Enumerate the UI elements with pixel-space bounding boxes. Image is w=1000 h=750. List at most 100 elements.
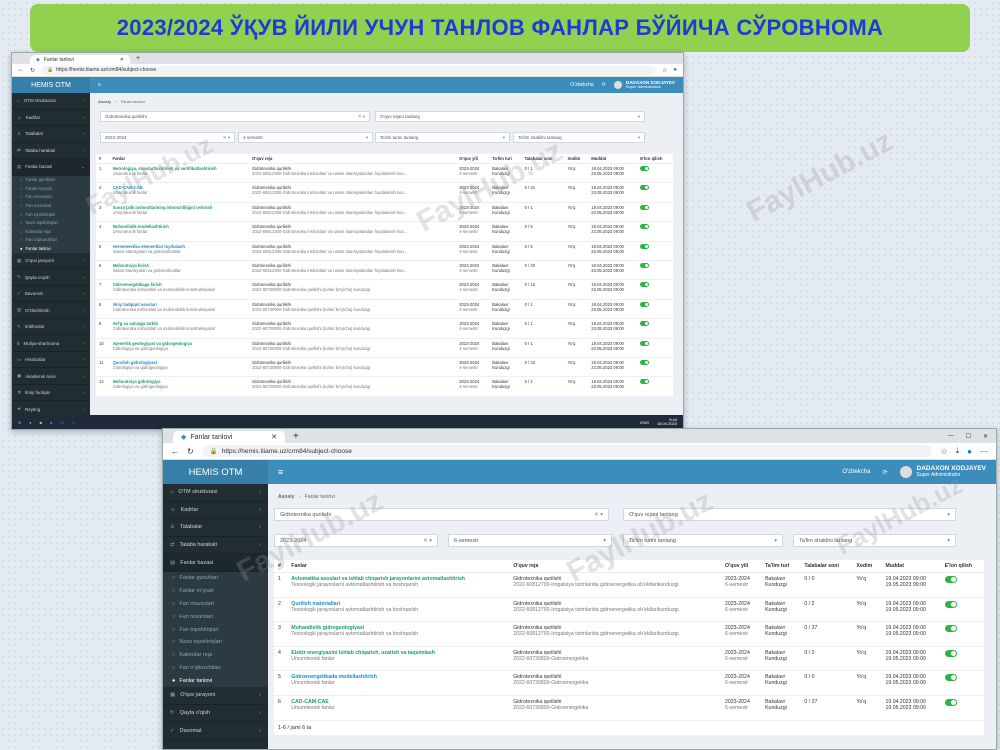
download-icon[interactable]: ⤓ xyxy=(956,446,960,456)
url-bar[interactable]: 🔒 https://hemis.tiiame.uz/crm84/subject-… xyxy=(41,65,656,75)
sidebar-subitem[interactable]: ○ Fan o'qituvchilari xyxy=(163,661,268,675)
sidebar-item[interactable]: ▥ O'zlashtirish ‹ xyxy=(12,302,90,319)
back-icon[interactable]: ← xyxy=(18,67,24,73)
subject-cell[interactable]: CAD-CAM-CAE Umumtexnik fanlar xyxy=(109,182,249,203)
publish-toggle[interactable] xyxy=(640,224,650,230)
sidebar-subitem[interactable]: ○ Nazo topshiriqlari xyxy=(163,635,268,649)
refresh-icon[interactable]: ⟳ xyxy=(602,82,606,88)
sidebar-subitem[interactable]: ○ Fanlar ro'yxati xyxy=(12,184,90,193)
subject-cell[interactable]: Qurilish materiallari Texnologik jarayonl… xyxy=(287,596,510,622)
publish-toggle[interactable] xyxy=(640,185,650,191)
subject-cell[interactable]: Gidroenergetikada modellashtirish Umumtex… xyxy=(287,670,510,695)
sidebar-subitem[interactable]: ○ Nazo topshiriqlari xyxy=(12,218,90,228)
year-select[interactable]: 2023-2024 ✕ ▾ xyxy=(274,534,438,547)
publish-toggle[interactable] xyxy=(944,576,957,583)
sidebar-item[interactable]: ▦ O'quv jarayoni ‹ xyxy=(163,687,268,705)
year-select[interactable]: 2023-2024 ✕ ▾ xyxy=(100,132,235,143)
new-tab-icon[interactable]: + xyxy=(293,431,299,442)
subject-cell[interactable]: Suvxo'jalik inshootlarining ishonchlilig… xyxy=(109,201,249,222)
sidebar-subitem[interactable]: ○ Fanlar ro'yxati xyxy=(163,584,268,598)
back-icon[interactable]: ← xyxy=(171,447,179,456)
taskbar-language[interactable]: ENG xyxy=(640,420,649,425)
publish-toggle[interactable] xyxy=(944,649,957,657)
subject-cell[interactable]: Metrologiya, standartlashtirish va serti… xyxy=(109,162,249,183)
sidebar-item[interactable]: ▤ Fanlar bazasi ⌄ xyxy=(163,554,268,572)
sidebar-subitem[interactable]: ○ Fanlar guruhlari xyxy=(12,175,90,185)
subject-cell[interactable]: CAD-CAM-CAE Umumtexnik fanlar xyxy=(287,694,510,720)
taskbar-excel-icon[interactable]: X xyxy=(72,420,75,425)
publish-toggle[interactable] xyxy=(944,625,957,632)
sidebar-item[interactable]: ▦ O'quv jarayoni ‹ xyxy=(12,253,90,270)
sidebar-item[interactable]: ✓ Davomat ‹ xyxy=(163,722,268,740)
menu-toggle-icon[interactable]: ≡ xyxy=(98,82,101,88)
publish-toggle[interactable] xyxy=(640,282,650,288)
publish-toggle[interactable] xyxy=(640,243,650,249)
sidebar-item[interactable]: ✎ Imtihonlar ‹ xyxy=(12,319,90,336)
sidebar-subitem[interactable]: ○ Fan mavzulari xyxy=(12,192,90,202)
subject-cell[interactable]: Hermenevtika elementlari loyihalash Nasos… xyxy=(109,240,249,261)
menu-toggle-icon[interactable]: ≡ xyxy=(278,467,283,477)
sidebar-item[interactable]: ▭ Hisobotlar ‹ xyxy=(12,352,90,369)
sidebar-subitem[interactable]: ● Fanlar tanlovi xyxy=(12,244,90,253)
curriculum-select[interactable]: O'quv rejani tanlang ▾ xyxy=(375,111,645,122)
reload-icon[interactable]: ↻ xyxy=(187,447,194,456)
subject-cell[interactable]: Avtomatika asoslari va ishlab chiqarish … xyxy=(287,572,510,597)
subject-cell[interactable]: Elektr energiyasini ishlab chiqarish, uz… xyxy=(287,645,510,671)
publish-toggle[interactable] xyxy=(640,262,650,268)
publish-toggle[interactable] xyxy=(640,204,650,210)
refresh-icon[interactable]: ⟳ xyxy=(882,469,887,476)
browser-tab[interactable]: ◆ Fanlar tanlovi ✕ xyxy=(30,55,130,64)
close-icon[interactable]: ✕ xyxy=(120,57,124,63)
subject-cell[interactable]: Ilmiy tadqiqot asoslari Gidrotexnika insh… xyxy=(109,298,249,319)
subject-cell[interactable]: Gidroenergetikaga kirish Gidrotexnika ins… xyxy=(109,279,249,300)
sidebar-item[interactable]: ⌂ OTM strukturasi ‹ xyxy=(12,93,90,110)
publish-toggle[interactable] xyxy=(640,301,650,307)
subject-cell[interactable]: Melioratsiya gidrologiya Gidrologiya va g… xyxy=(109,376,249,397)
language-selector[interactable]: O'zbekcha xyxy=(842,469,870,475)
sidebar-item[interactable]: ⚗ Ilmiy faoliyat ‹ xyxy=(12,385,90,402)
avatar[interactable] xyxy=(899,466,912,478)
browser-tab[interactable]: ◆ Fanlar tanlovi ✕ xyxy=(173,431,285,443)
reload-icon[interactable]: ↻ xyxy=(30,67,35,74)
sidebar-item[interactable]: ☺ Kadrlar ‹ xyxy=(12,110,90,126)
sidebar-subitem[interactable]: ○ Fanlar guruhlari xyxy=(163,571,268,585)
publish-toggle[interactable] xyxy=(640,340,650,346)
edu-form-select[interactable]: Ta'lim shaklini tanlang ▾ xyxy=(513,132,645,143)
window-close-icon[interactable]: ✕ xyxy=(983,433,988,440)
maximize-icon[interactable]: ☐ xyxy=(966,433,971,440)
profile-icon[interactable]: ● xyxy=(673,67,677,73)
star-icon[interactable]: ☆ xyxy=(940,447,947,456)
semester-select[interactable]: 4-semestr ▾ xyxy=(238,132,373,143)
sidebar-item[interactable]: ⌂ OTM strukturasi ‹ xyxy=(163,484,268,502)
department-select[interactable]: Gidrotexnika qurilishi ✕ ▾ xyxy=(274,508,609,521)
sidebar-item[interactable]: ✓ Davomat ‹ xyxy=(12,286,90,303)
taskbar-edge-icon[interactable]: ● xyxy=(50,420,52,425)
subject-cell[interactable]: Qurulish gidrologiyasi Gidrologiya va gid… xyxy=(109,356,249,377)
breadcrumb-home[interactable]: Asosiy xyxy=(278,494,294,500)
subject-cell[interactable]: Muhandislik gidrogeologiyasi Texnologik j… xyxy=(287,621,510,646)
new-tab-icon[interactable]: + xyxy=(136,55,140,62)
sidebar-subitem[interactable]: ○ Kalendar reja xyxy=(12,227,90,236)
subject-cell[interactable]: Sel'g va suluqga tarkib Gidrotexnika insh… xyxy=(109,318,249,339)
publish-toggle[interactable] xyxy=(944,674,957,681)
column-header[interactable]: O'quv reja xyxy=(509,560,721,573)
sidebar-subitem[interactable]: ○ Fan resurslari xyxy=(163,610,268,624)
publish-toggle[interactable] xyxy=(640,166,650,171)
curriculum-select[interactable]: O'quv rejani tanlang ▾ xyxy=(623,508,956,521)
column-header[interactable]: Fanlar xyxy=(110,154,249,164)
taskbar-search-icon[interactable]: ⌕ xyxy=(29,420,31,425)
publish-toggle[interactable] xyxy=(640,359,650,365)
publish-toggle[interactable] xyxy=(640,379,650,385)
sidebar-subitem[interactable]: ○ Kalendar reja xyxy=(163,648,268,662)
publish-toggle[interactable] xyxy=(640,321,650,327)
sidebar-item[interactable]: ⇄ Talaba harakati ‹ xyxy=(12,143,90,159)
sidebar-subitem[interactable]: ○ Fan resurslari xyxy=(12,201,90,210)
subject-cell[interactable]: Injenerlik geologiyasi va gidrogeologiya… xyxy=(109,337,249,358)
sidebar-item[interactable]: ▤ Fanlar bazasi ⌄ xyxy=(12,159,90,176)
sidebar-item[interactable]: ☺ Kadrlar ‹ xyxy=(163,502,268,520)
taskbar-word-icon[interactable]: W xyxy=(60,420,64,425)
sidebar-subitem[interactable]: ○ Fan mavzulari xyxy=(163,597,268,611)
app-logo[interactable]: HEMIS OTM xyxy=(12,77,90,93)
more-icon[interactable]: ⋯ xyxy=(980,447,988,456)
publish-toggle[interactable] xyxy=(944,698,957,706)
